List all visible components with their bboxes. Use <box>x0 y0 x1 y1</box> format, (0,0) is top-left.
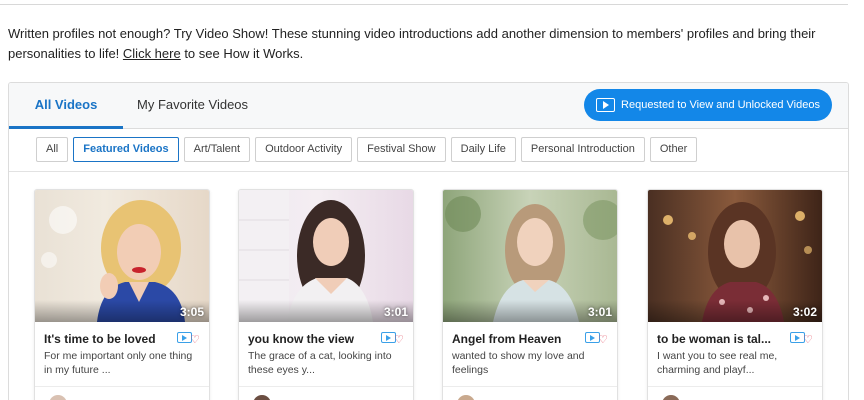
heart-icon[interactable]: ♡ <box>598 335 608 346</box>
heart-icon[interactable]: ♡ <box>394 335 404 346</box>
requested-unlocked-videos-label: Requested to View and Unlocked Videos <box>621 99 820 111</box>
avatar[interactable] <box>49 395 67 400</box>
video-card-icons: ♡ <box>177 332 201 346</box>
card-footer-divider <box>648 386 822 387</box>
tab-my-favorite-videos[interactable]: My Favorite Videos <box>137 83 248 129</box>
tab-bar: All Videos My Favorite Videos Requested … <box>9 83 848 129</box>
video-title[interactable]: you know the view <box>248 332 384 346</box>
video-thumbnail[interactable]: 3:02 <box>648 190 822 322</box>
video-description: For me important only one thing in my fu… <box>44 350 193 376</box>
filter-all[interactable]: All <box>36 137 69 162</box>
video-thumbnail[interactable]: 3:05 <box>35 190 209 322</box>
video-thumbnail[interactable]: 3:01 <box>443 190 617 322</box>
filter-other[interactable]: Other <box>649 137 698 162</box>
card-footer-divider <box>35 386 209 387</box>
card-footer-divider <box>239 386 413 387</box>
video-panel: All Videos My Favorite Videos Requested … <box>8 82 849 400</box>
filter-art-talent[interactable]: Art/Talent <box>183 137 251 162</box>
video-card-icons: ♡ <box>381 332 405 346</box>
video-thumbnail[interactable]: 3:01 <box>239 190 413 322</box>
requested-unlocked-videos-button[interactable]: Requested to View and Unlocked Videos <box>584 89 832 121</box>
filter-personal-introduction[interactable]: Personal Introduction <box>520 137 645 162</box>
avatar[interactable] <box>253 395 271 400</box>
card-footer-divider <box>443 386 617 387</box>
active-tab-indicator <box>9 126 123 129</box>
video-card-icons: ♡ <box>790 332 814 346</box>
video-description: I want you to see real me, charming and … <box>657 350 778 376</box>
avatar[interactable] <box>457 395 475 400</box>
play-square-icon <box>596 98 616 112</box>
video-duration: 3:01 <box>587 305 612 319</box>
filter-festival-show[interactable]: Festival Show <box>357 137 446 162</box>
video-duration: 3:01 <box>383 305 408 319</box>
heart-icon[interactable]: ♡ <box>190 335 200 346</box>
tab-all-videos[interactable]: All Videos <box>9 83 123 129</box>
video-description: The grace of a cat, looking into these e… <box>248 350 392 376</box>
top-divider <box>0 4 848 5</box>
video-duration: 3:05 <box>179 305 204 319</box>
category-filters: All Featured Videos Art/Talent Outdoor A… <box>36 137 698 163</box>
intro-text: Written profiles not enough? Try Video S… <box>8 26 816 61</box>
video-title[interactable]: Angel from Heaven <box>452 332 588 346</box>
filter-daily-life[interactable]: Daily Life <box>450 137 516 162</box>
video-card[interactable]: 3:01 you know the view ♡ The grace of a … <box>238 189 414 400</box>
how-it-works-link[interactable]: Click here <box>123 46 181 61</box>
video-card[interactable]: 3:02 to be woman is tal... ♡ I want you … <box>647 189 823 400</box>
filters-divider <box>9 171 848 172</box>
video-card[interactable]: 3:01 Angel from Heaven ♡ wanted to show … <box>442 189 618 400</box>
heart-icon[interactable]: ♡ <box>803 335 813 346</box>
video-duration: 3:02 <box>792 305 817 319</box>
video-title[interactable]: It's time to be loved <box>44 332 180 346</box>
video-card[interactable]: 3:05 It's time to be loved ♡ For me impo… <box>34 189 210 400</box>
filter-featured-videos[interactable]: Featured Videos <box>73 137 179 162</box>
avatar[interactable] <box>662 395 680 400</box>
video-description: wanted to show my love and feelings <box>452 350 585 376</box>
video-title[interactable]: to be woman is tal... <box>657 332 793 346</box>
filter-outdoor-activity[interactable]: Outdoor Activity <box>255 137 353 162</box>
video-card-icons: ♡ <box>585 332 609 346</box>
